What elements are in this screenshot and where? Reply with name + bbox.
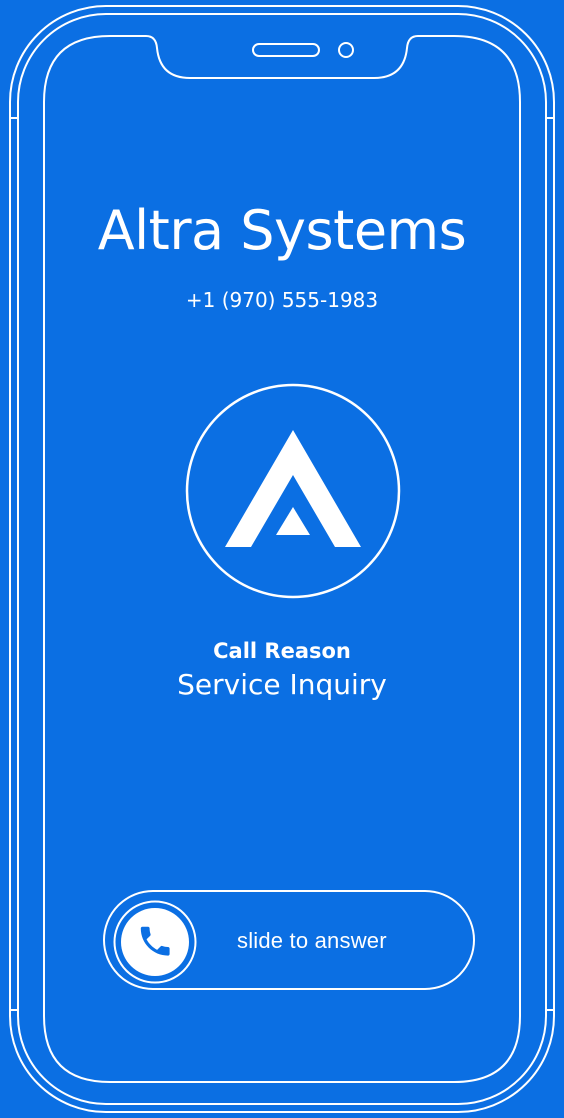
caller-avatar	[185, 383, 401, 599]
front-camera	[338, 42, 354, 58]
caller-phone-number: +1 (970) 555-1983	[185, 288, 379, 312]
answer-slider[interactable]: slide to answer	[103, 890, 475, 990]
call-reason-value: Service Inquiry	[177, 668, 387, 701]
triangle-logo-icon	[225, 430, 361, 547]
speaker-grille	[252, 43, 320, 57]
slide-to-answer-label: slide to answer	[237, 928, 387, 953]
answer-slider-knob[interactable]	[113, 900, 197, 984]
call-reason-label: Call Reason	[213, 639, 351, 663]
caller-name: Altra Systems	[97, 199, 467, 262]
